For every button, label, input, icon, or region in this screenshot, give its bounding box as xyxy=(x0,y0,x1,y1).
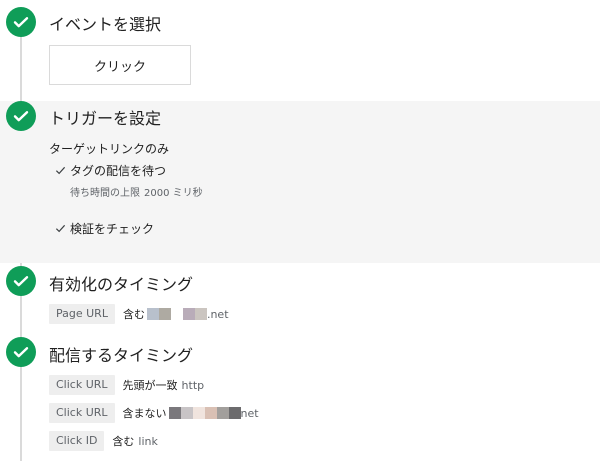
condition-operator: 含まない xyxy=(122,407,167,420)
enable-condition-row: Page URL 含む .net xyxy=(49,304,229,324)
redacted-value xyxy=(146,308,207,320)
redaction-block xyxy=(192,407,205,419)
check-mark-icon xyxy=(55,224,66,233)
redaction-block xyxy=(216,407,229,419)
redaction-block xyxy=(146,308,159,320)
variable-chip[interactable]: Click URL xyxy=(49,375,115,395)
check-circle-icon xyxy=(6,7,36,37)
redaction-block xyxy=(180,407,193,419)
enable-section-title: 有効化のタイミング xyxy=(49,275,194,294)
wait-limit-label: 待ち時間の上限 xyxy=(70,188,140,199)
check-circle-icon xyxy=(6,266,36,296)
condition-operator: 含む xyxy=(112,435,135,448)
condition-operator: 先頭が一致 xyxy=(122,379,178,392)
variable-chip[interactable]: Page URL xyxy=(49,304,115,324)
redaction-block xyxy=(194,308,207,320)
redaction-block xyxy=(204,407,217,419)
event-type-card[interactable]: クリック xyxy=(49,45,191,85)
trigger-section-title: トリガーを設定 xyxy=(49,109,162,128)
trigger-type-label: ターゲットリンクのみ xyxy=(49,142,170,156)
check-mark-icon xyxy=(55,166,66,175)
redaction-block xyxy=(182,308,195,320)
wait-for-tags-label: タグの配信を待つ xyxy=(70,164,167,178)
condition-value-suffix: .net xyxy=(206,307,229,321)
condition-operator: 含む xyxy=(122,308,145,321)
redacted-value xyxy=(168,407,241,419)
check-validation-option: 検証をチェック xyxy=(55,220,154,237)
redaction-block xyxy=(228,407,241,419)
wait-limit-value: 2000 ミリ秒 xyxy=(144,188,203,199)
variable-chip[interactable]: Click ID xyxy=(49,431,105,451)
wait-for-tags-option: タグの配信を待つ xyxy=(55,162,166,179)
fire-condition-row: Click URL 先頭が一致 http xyxy=(49,375,204,395)
fire-section-title: 配信するタイミング xyxy=(49,346,194,365)
wait-limit-text: 待ち時間の上限 2000 ミリ秒 xyxy=(70,184,203,199)
redaction-block xyxy=(170,308,183,320)
fire-condition-row: Click URL 含まない net xyxy=(49,403,259,423)
redaction-block xyxy=(158,308,171,320)
check-circle-icon xyxy=(6,101,36,131)
event-section-title: イベントを選択 xyxy=(49,15,162,34)
variable-chip[interactable]: Click URL xyxy=(49,403,115,423)
check-circle-icon xyxy=(6,337,36,367)
check-validation-label: 検証をチェック xyxy=(70,222,155,236)
condition-value-suffix: net xyxy=(240,406,259,420)
condition-value: link xyxy=(138,434,158,448)
fire-condition-row: Click ID 含む link xyxy=(49,431,158,451)
redaction-block xyxy=(168,407,181,419)
condition-value: http xyxy=(181,378,205,392)
